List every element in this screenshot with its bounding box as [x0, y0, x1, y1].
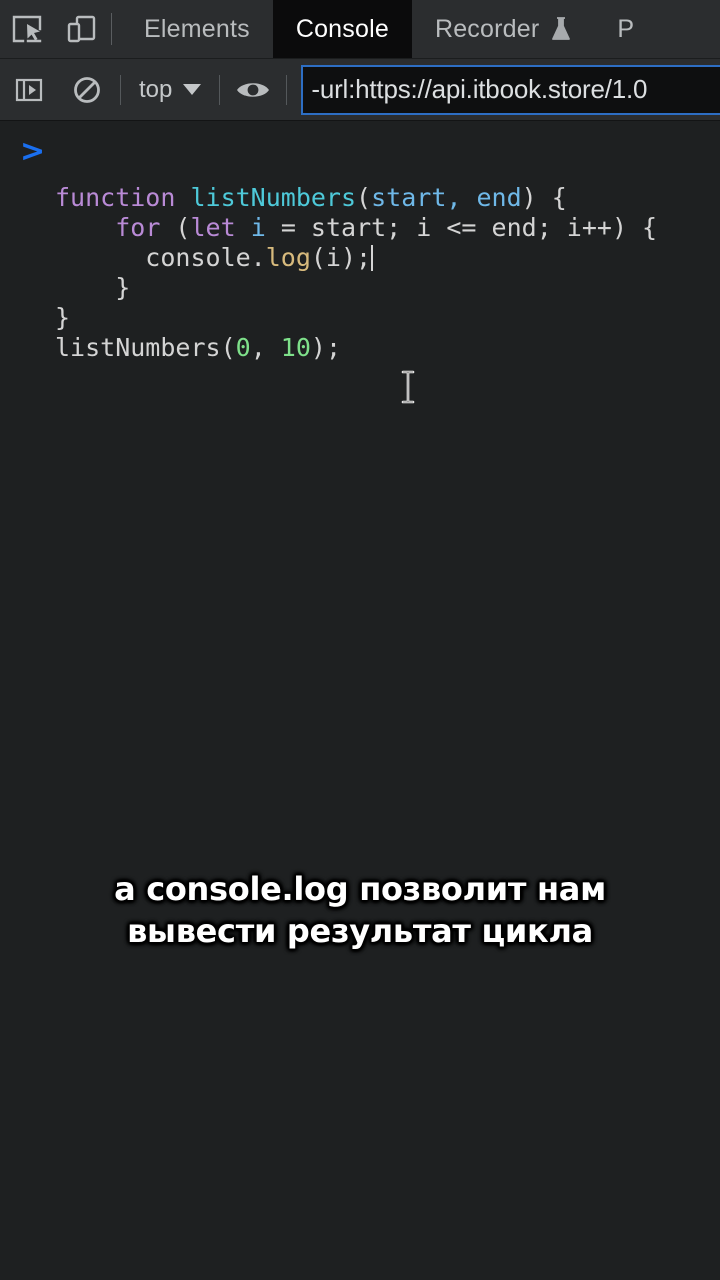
toolbar-divider-2: [219, 74, 221, 105]
tab-performance[interactable]: P: [595, 0, 634, 58]
console-prompt-chevron-icon: >: [20, 134, 46, 169]
caption-line-2: вывести результат цикла: [127, 912, 593, 950]
code-token: ) {: [521, 183, 567, 212]
code-token: for: [115, 213, 161, 242]
console-code-snippet[interactable]: function listNumbers(start, end) { for (…: [55, 183, 657, 363]
flask-icon: [550, 16, 572, 42]
chevron-down-icon: [183, 84, 202, 95]
code-token: = start; i <= end; i++) {: [265, 213, 658, 242]
clear-console-icon[interactable]: [58, 59, 116, 121]
code-token: start, end: [371, 183, 522, 212]
caption-line-1: а console.log позволит нам: [114, 870, 606, 908]
devtools-screen: Elements Console Recorder P top -url:htt…: [0, 0, 720, 1280]
tab-console-label: Console: [295, 14, 389, 43]
code-line: }: [55, 303, 657, 333]
tab-recorder-label: Recorder: [434, 14, 540, 43]
code-token: }: [55, 303, 71, 332]
code-token: );: [310, 333, 342, 362]
code-line: console.log(i);: [55, 243, 657, 273]
tab-performance-label: P: [617, 14, 635, 43]
code-token: (: [160, 213, 191, 242]
code-token: log: [265, 243, 311, 272]
console-filter-value: -url:https://api.itbook.store/1.0: [311, 74, 648, 104]
tab-elements[interactable]: Elements: [121, 0, 273, 58]
code-line: }: [55, 273, 657, 303]
tab-elements-label: Elements: [144, 14, 250, 43]
execution-context-select[interactable]: top: [125, 76, 215, 104]
code-token: listNumbers(: [55, 333, 236, 362]
code-token: 10: [280, 333, 311, 362]
console-filter-input[interactable]: -url:https://api.itbook.store/1.0: [301, 64, 720, 115]
console-sidebar-toggle-icon[interactable]: [0, 59, 58, 121]
toolbar-divider-1: [120, 74, 121, 105]
code-line: listNumbers(0, 10);: [55, 333, 657, 363]
tabbar-divider: [111, 13, 112, 45]
execution-context-label: top: [139, 75, 173, 103]
console-toolbar: top -url:https://api.itbook.store/1.0: [0, 59, 720, 121]
text-caret: [371, 245, 374, 271]
code-token: function: [55, 183, 191, 212]
code-token: let: [190, 213, 236, 242]
console-prompt-row[interactable]: >: [0, 129, 720, 175]
text-cursor-icon: [399, 370, 417, 404]
live-expression-eye-icon[interactable]: [224, 59, 282, 121]
toolbar-divider-3: [286, 74, 288, 105]
code-token: i: [250, 213, 266, 242]
code-token: ,: [250, 333, 281, 362]
code-line: for (let i = start; i <= end; i++) {: [55, 213, 657, 243]
video-caption: а console.log позволит нам вывести резул…: [0, 868, 720, 952]
code-line: function listNumbers(start, end) {: [55, 183, 657, 213]
inspect-element-icon[interactable]: [0, 0, 54, 58]
code-token: (: [356, 183, 372, 212]
code-token: 0: [235, 333, 251, 362]
tab-console[interactable]: Console: [272, 0, 412, 58]
device-toolbar-icon[interactable]: [54, 0, 108, 58]
code-token: console.: [55, 243, 266, 272]
code-token: (i);: [310, 243, 372, 272]
tab-recorder[interactable]: Recorder: [412, 0, 595, 58]
code-token: }: [55, 273, 131, 302]
code-token: listNumbers: [190, 183, 357, 212]
devtools-tabbar: Elements Console Recorder P: [0, 0, 720, 59]
